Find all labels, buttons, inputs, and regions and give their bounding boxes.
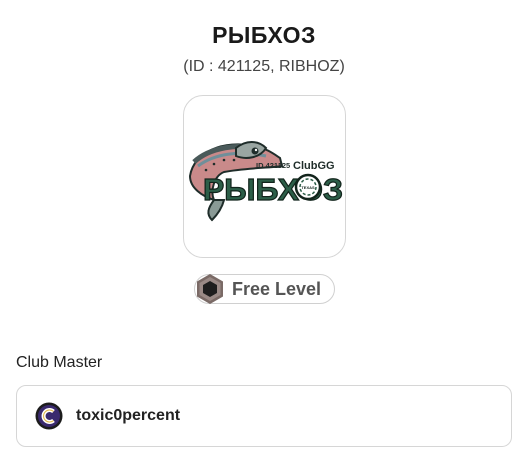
- chip-text: TEXAS: [301, 185, 315, 190]
- level-badge: Free Level: [194, 274, 335, 304]
- club-master-card[interactable]: toxic0percent: [16, 385, 512, 447]
- hexagon-level-icon: [194, 273, 226, 305]
- logo-id-text: ID 421125: [256, 161, 290, 170]
- club-logo: ID 421125 ClubGG РЫБХОЗ TEXAS: [183, 95, 346, 258]
- trout-fish-logo-icon: ID 421125 ClubGG РЫБХОЗ TEXAS: [188, 141, 344, 222]
- logo-title-text: РЫБХОЗ: [203, 172, 343, 207]
- logo-brand-text: ClubGG: [293, 160, 335, 172]
- level-label: Free Level: [232, 278, 322, 299]
- letter-c-avatar-icon: [35, 402, 63, 430]
- club-name: РЫБХОЗ: [212, 22, 316, 48]
- club-master-username: toxic0percent: [76, 407, 181, 424]
- club-id-line: (ID : 421125, RIBHOZ): [183, 58, 345, 75]
- club-master-heading: Club Master: [16, 354, 103, 371]
